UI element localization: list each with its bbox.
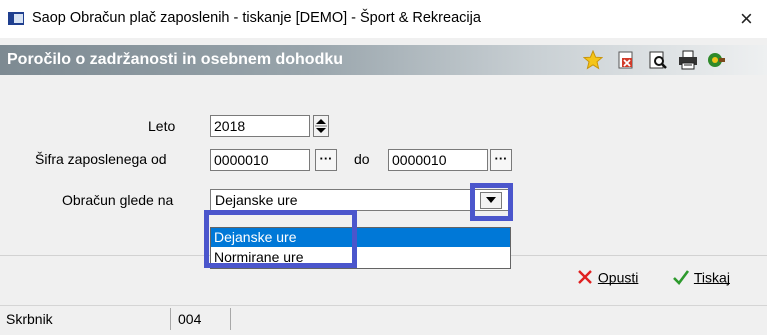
employee-to-browse-button[interactable]: ··· — [490, 149, 512, 171]
printer-icon[interactable] — [678, 50, 698, 70]
exit-icon[interactable] — [706, 50, 726, 70]
print-preview-icon[interactable] — [648, 50, 668, 70]
cancel-button[interactable]: Opusti — [576, 268, 638, 294]
cancel-x-icon — [578, 270, 592, 285]
employee-code-from-input[interactable]: 0000010 — [210, 149, 310, 171]
report-title: Poročilo o zadržanosti in osebnem dohodk… — [7, 51, 344, 68]
year-input[interactable]: 2018 — [210, 115, 310, 137]
employee-code-label: Šifra zaposlenega od — [35, 151, 167, 167]
employee-from-browse-button[interactable]: ··· — [315, 149, 337, 171]
spinner-arrows-icon — [315, 119, 327, 133]
status-divider — [170, 308, 171, 330]
year-spinner[interactable] — [313, 115, 329, 137]
status-user: Skrbnik — [6, 311, 53, 327]
report-header: Poročilo o zadržanosti in osebnem dohodk… — [0, 45, 767, 75]
calculation-basis-label: Obračun glede na — [62, 192, 174, 208]
close-icon[interactable]: × — [740, 6, 753, 32]
window-title: Saop Obračun plač zaposlenih - tiskanje … — [32, 10, 481, 26]
year-label: Leto — [148, 118, 176, 134]
options-highlight-annotation — [204, 210, 357, 268]
employee-code-to-label: do — [354, 151, 370, 167]
print-button[interactable]: Tiskaj — [672, 268, 730, 294]
calculation-basis-select[interactable]: Dejanske ure — [210, 189, 511, 211]
app-icon — [8, 12, 24, 25]
status-code: 004 — [178, 311, 202, 327]
employee-code-to-input[interactable]: 0000010 — [388, 149, 488, 171]
window-titlebar: Saop Obračun plač zaposlenih - tiskanje … — [0, 0, 767, 38]
cancel-button-label: Opusti — [597, 269, 639, 286]
status-bar: Skrbnik 004 — [0, 305, 767, 330]
star-icon[interactable] — [583, 50, 603, 70]
status-divider — [230, 308, 231, 330]
print-button-label: Tiskaj — [693, 269, 730, 286]
checkmark-icon — [673, 270, 690, 286]
dropdown-highlight-annotation — [470, 183, 513, 221]
cancel-document-icon[interactable] — [616, 50, 636, 70]
